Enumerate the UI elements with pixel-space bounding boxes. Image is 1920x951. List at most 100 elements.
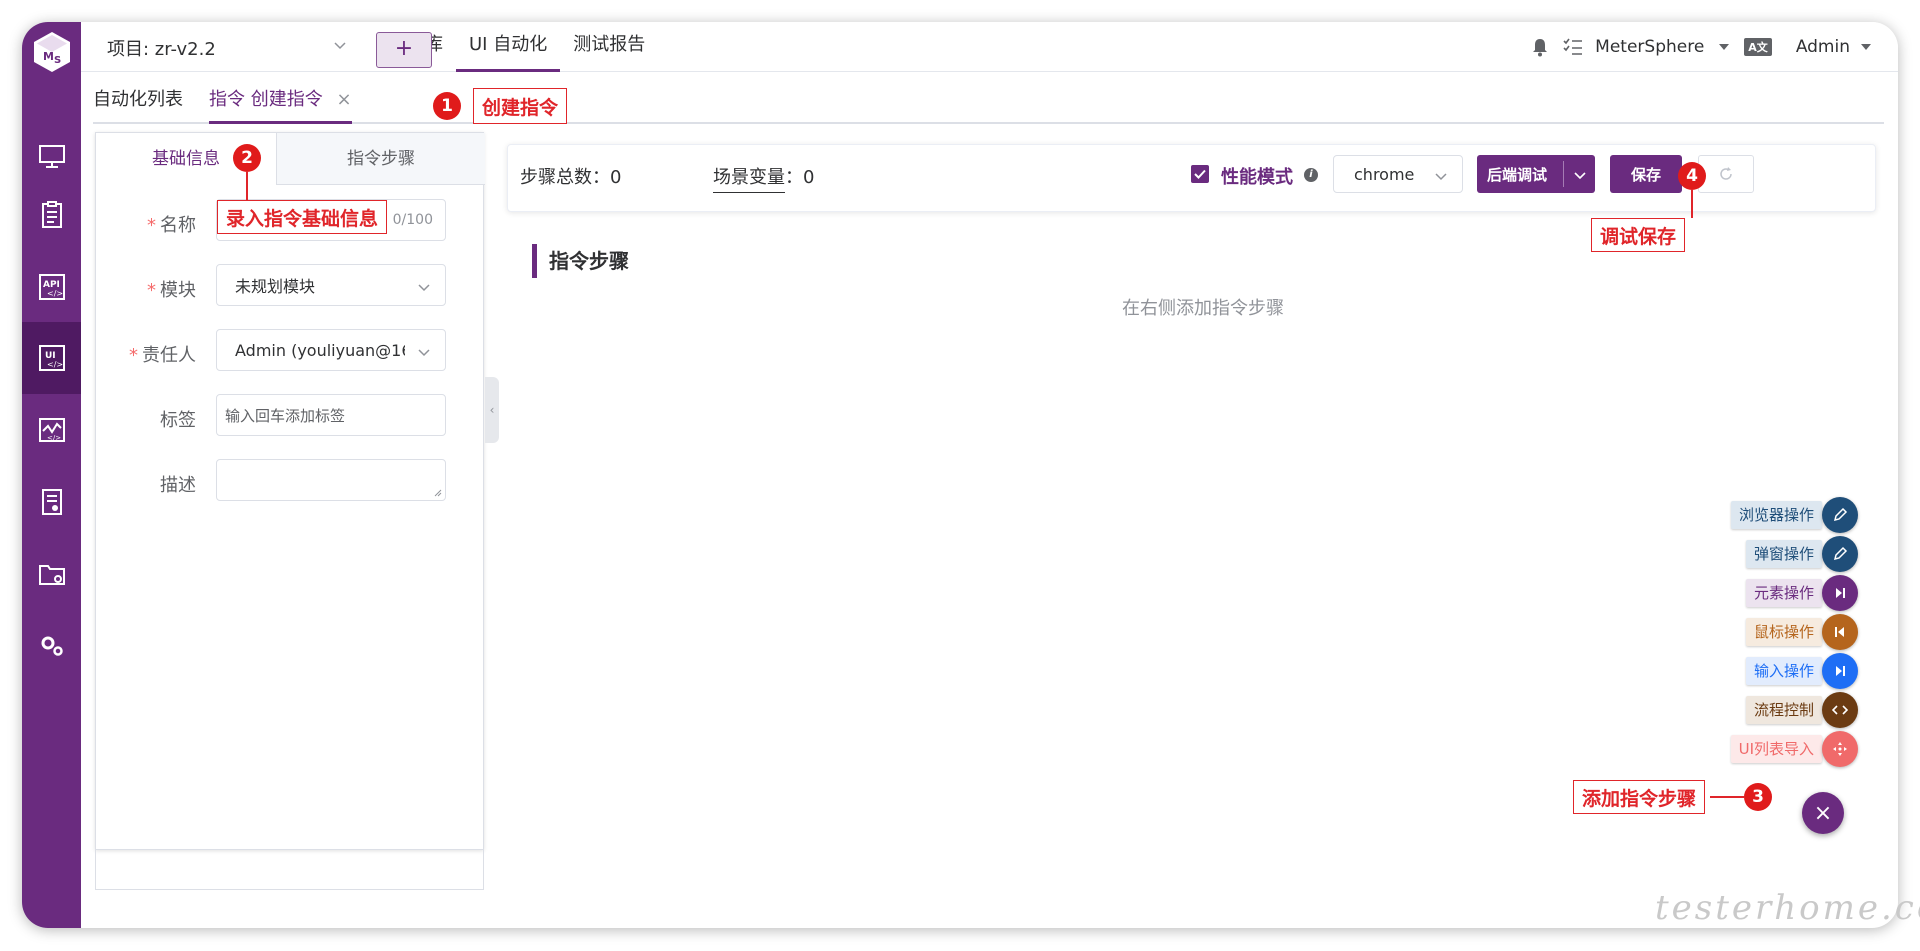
nav-track-icon[interactable] xyxy=(22,179,81,251)
user-dropdown-icon[interactable] xyxy=(1860,42,1872,52)
module-value: 未规划模块 xyxy=(235,277,316,296)
panel-tabs: 基础信息 指令步骤 xyxy=(96,133,485,185)
module-select[interactable]: 未规划模块 xyxy=(216,264,446,306)
empty-steps-hint: 在右侧添加指令步骤 xyxy=(1122,298,1284,319)
refresh-button[interactable] xyxy=(1698,155,1754,193)
tag-placeholder: 输入回车添加标签 xyxy=(225,406,346,425)
perf-mode-label: 性能模式 xyxy=(1221,167,1293,188)
action-input-label: 输入操作 xyxy=(1745,657,1822,685)
backend-debug-button[interactable]: 后端调试 xyxy=(1477,155,1595,193)
top-header: 项目: zr-v2.2 元素库 UI 自动化 测试报告 MeterSphere … xyxy=(81,22,1898,72)
tag-label: 标签 xyxy=(160,410,196,431)
menu-ui-automation[interactable]: UI 自动化 xyxy=(456,22,561,72)
step-forward-icon[interactable] xyxy=(1822,575,1858,611)
nav-project-folder-icon[interactable] xyxy=(22,538,81,610)
menu-test-report[interactable]: 测试报告 xyxy=(560,22,658,72)
chevron-down-icon xyxy=(334,42,346,50)
svg-text:</>: </> xyxy=(47,434,61,442)
move-icon[interactable] xyxy=(1822,731,1858,767)
scene-variable[interactable]: 场景变量：0 xyxy=(713,163,814,193)
module-label: * 模块 xyxy=(147,280,196,301)
owner-select[interactable]: Admin (youliyuan@163.com) xyxy=(216,329,446,371)
action-dialog-label: 弹窗操作 xyxy=(1745,540,1822,568)
perf-mode-checkbox[interactable] xyxy=(1191,165,1209,183)
svg-text:M: M xyxy=(43,50,54,63)
user-name[interactable]: Admin xyxy=(1796,37,1850,57)
header-right: MeterSphere A文 Admin xyxy=(1531,22,1898,72)
tab-command-steps[interactable]: 指令步骤 xyxy=(276,133,485,185)
action-input[interactable]: 输入操作 xyxy=(1598,652,1898,690)
project-select[interactable]: 项目: zr-v2.2 xyxy=(107,36,347,60)
project-name: 项目: zr-v2.2 xyxy=(107,39,216,60)
svg-text:S: S xyxy=(54,55,61,66)
name-label: * 名称 xyxy=(147,215,196,236)
editor-tabs: 自动化列表 指令 创建指令 × xyxy=(93,80,1884,124)
nav-api-icon[interactable]: API </> xyxy=(22,251,81,323)
nav-report-icon[interactable] xyxy=(22,466,81,538)
callout-4-badge: 4 xyxy=(1678,162,1706,190)
callout-2-line xyxy=(246,172,248,200)
metersphere-logo[interactable]: M S xyxy=(32,30,72,74)
callout-4: 调试保存 xyxy=(1591,218,1686,252)
owner-value: Admin (youliyuan@163.com) xyxy=(235,340,405,360)
code-icon[interactable] xyxy=(1822,692,1858,728)
nav-performance-icon[interactable]: </> xyxy=(22,394,81,466)
tab-create-command[interactable]: 指令 创建指令 × xyxy=(209,80,352,124)
browser-value: chrome xyxy=(1354,164,1415,184)
tab-automation-list[interactable]: 自动化列表 xyxy=(93,80,183,124)
pencil-icon[interactable] xyxy=(1822,536,1858,572)
action-mouse-label: 鼠标操作 xyxy=(1745,618,1822,646)
tab-create-command-label: 指令 创建指令 xyxy=(209,89,323,110)
add-step-fab[interactable]: × xyxy=(1802,792,1844,834)
step-forward-icon[interactable] xyxy=(1822,653,1858,689)
step-back-icon[interactable] xyxy=(1822,614,1858,650)
callout-1: 创建指令 xyxy=(473,88,568,124)
action-mouse[interactable]: 鼠标操作 xyxy=(1598,613,1898,651)
description-textarea[interactable] xyxy=(216,459,446,501)
language-icon[interactable]: A文 xyxy=(1744,38,1772,56)
callout-3: 添加指令步骤 xyxy=(1573,780,1706,814)
owner-label: * 责任人 xyxy=(129,345,196,366)
callout-3-line xyxy=(1710,796,1744,798)
nav-ui-icon[interactable]: UI </> xyxy=(22,322,81,394)
chevron-down-icon xyxy=(418,349,430,357)
pencil-icon[interactable] xyxy=(1822,497,1858,533)
chevron-down-icon[interactable] xyxy=(1573,168,1587,182)
collapse-handle[interactable]: ‹ xyxy=(485,377,499,443)
callout-4-line xyxy=(1691,190,1693,218)
action-flow-control-label: 流程控制 xyxy=(1745,696,1822,724)
name-counter: 0/100 xyxy=(392,212,433,228)
step-total: 步骤总数：0 xyxy=(520,167,622,188)
steps-section-title: 指令步骤 xyxy=(532,244,629,278)
callout-1-badge: 1 xyxy=(433,92,461,120)
action-dialog[interactable]: 弹窗操作 xyxy=(1598,535,1898,573)
action-element[interactable]: 元素操作 xyxy=(1598,574,1898,612)
task-list-icon[interactable] xyxy=(1563,38,1583,56)
bell-icon[interactable] xyxy=(1531,37,1549,57)
action-element-label: 元素操作 xyxy=(1745,579,1822,607)
workspace-dropdown-icon[interactable] xyxy=(1718,42,1730,52)
left-panel-footer xyxy=(95,848,484,890)
chevron-down-icon xyxy=(418,284,430,292)
svg-text:</>: </> xyxy=(47,360,63,369)
browser-select[interactable]: chrome xyxy=(1333,155,1463,193)
close-icon[interactable]: × xyxy=(336,89,351,110)
workspace-name[interactable]: MeterSphere xyxy=(1595,37,1704,57)
callout-3-badge: 3 xyxy=(1744,783,1772,811)
add-tab-button[interactable]: + xyxy=(376,32,432,68)
action-browser[interactable]: 浏览器操作 xyxy=(1598,496,1898,534)
info-icon[interactable]: i xyxy=(1304,168,1318,182)
action-ui-list-import[interactable]: UI列表导入 xyxy=(1598,730,1898,768)
sidebar: M S API </> UI </> </> xyxy=(22,22,81,928)
action-flow-control[interactable]: 流程控制 xyxy=(1598,691,1898,729)
steps-toolbar: 步骤总数：0 场景变量：0 性能模式 i chrome 后端调试 保存 xyxy=(507,144,1876,212)
tag-input[interactable]: 输入回车添加标签 xyxy=(216,394,446,436)
testerhome-watermark: testerhome.com xyxy=(1655,888,1920,928)
app-window: M S API </> UI </> </> 项目: zr-v2.2 UI 自动… xyxy=(22,22,1898,928)
chevron-down-icon xyxy=(1435,173,1447,181)
callout-2-badge: 2 xyxy=(233,144,261,172)
check-icon xyxy=(1194,169,1206,179)
save-button[interactable]: 保存 xyxy=(1610,155,1682,193)
basic-info-panel: 基础信息 指令步骤 * 名称 0/100 * 模块 未规划模块 * 责任人 Admin… xyxy=(95,132,485,850)
nav-settings-icon[interactable] xyxy=(22,610,81,682)
